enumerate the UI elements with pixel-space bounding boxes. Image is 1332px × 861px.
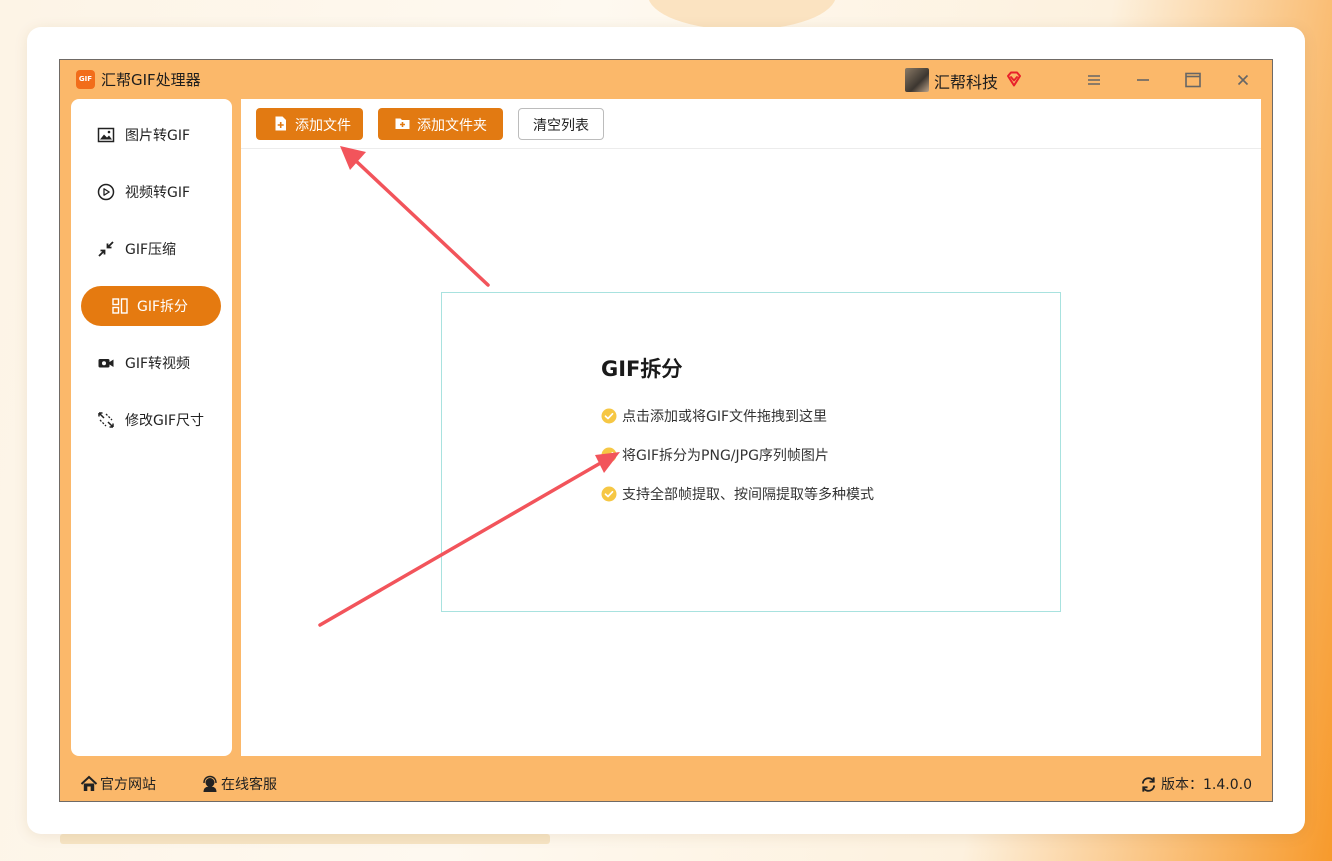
sidebar-item-label: GIF拆分 bbox=[137, 299, 189, 315]
grid-split-icon bbox=[112, 298, 128, 314]
add-file-label: 添加文件 bbox=[295, 118, 351, 134]
vip-diamond-icon[interactable] bbox=[1005, 70, 1023, 88]
drop-zone-hint-text: 将GIF拆分为PNG/JPG序列帧图片 bbox=[622, 448, 829, 464]
minimize-button[interactable] bbox=[1131, 68, 1155, 92]
add-folder-button[interactable]: 添加文件夹 bbox=[378, 108, 503, 140]
online-service-link[interactable]: 在线客服 bbox=[201, 773, 281, 795]
avatar[interactable] bbox=[905, 68, 929, 92]
clear-list-button[interactable]: 清空列表 bbox=[518, 108, 604, 140]
sidebar-item-label: 修改GIF尺寸 bbox=[125, 413, 205, 429]
sidebar-item-gif-compress[interactable]: GIF压缩 bbox=[81, 229, 221, 269]
title-bar: GIF 汇帮GIF处理器 汇帮科技 bbox=[60, 60, 1272, 100]
drop-zone-hint-text: 支持全部帧提取、按间隔提取等多种模式 bbox=[622, 487, 874, 503]
official-website-label: 官方网站 bbox=[100, 777, 156, 793]
menu-button[interactable] bbox=[1082, 68, 1106, 92]
background-shape bbox=[648, 0, 836, 30]
add-file-button[interactable]: 添加文件 bbox=[256, 108, 363, 140]
sidebar-item-image-to-gif[interactable]: 图片转GIF bbox=[81, 115, 221, 155]
company-name[interactable]: 汇帮科技 bbox=[934, 69, 998, 93]
video-camera-icon bbox=[98, 359, 114, 368]
sidebar-item-label: GIF压缩 bbox=[125, 242, 177, 258]
background-bar bbox=[60, 834, 550, 844]
play-circle-icon bbox=[97, 183, 115, 201]
maximize-icon bbox=[1185, 72, 1201, 88]
drop-zone-title: GIF拆分 bbox=[601, 357, 683, 381]
toolbar: 添加文件 添加文件夹 清空列表 bbox=[241, 99, 1261, 149]
check-circle-icon bbox=[601, 486, 617, 502]
version-info: 版本：1.4.0.0 bbox=[1140, 773, 1260, 795]
official-website-link[interactable]: 官方网站 bbox=[80, 773, 160, 795]
refresh-icon bbox=[1141, 777, 1156, 792]
sidebar-item-label: 视频转GIF bbox=[125, 185, 191, 201]
minimize-icon bbox=[1137, 79, 1149, 81]
sidebar-item-gif-to-video[interactable]: GIF转视频 bbox=[81, 343, 221, 383]
image-icon bbox=[97, 127, 115, 143]
app-logo-icon: GIF bbox=[76, 70, 95, 89]
resize-icon bbox=[98, 412, 114, 428]
home-icon bbox=[80, 775, 98, 791]
close-button[interactable] bbox=[1231, 68, 1255, 92]
sidebar: 图片转GIF 视频转GIF GIF压缩 GIF拆分 GIF转视频 修改GIF尺寸 bbox=[71, 99, 232, 756]
version-text: 版本：1.4.0.0 bbox=[1161, 777, 1252, 793]
clear-list-label: 清空列表 bbox=[533, 118, 589, 134]
check-circle-icon bbox=[601, 447, 617, 463]
compress-arrows-icon bbox=[98, 241, 114, 257]
app-title: 汇帮GIF处理器 bbox=[101, 71, 201, 89]
headset-icon bbox=[203, 775, 217, 792]
sidebar-item-resize-gif[interactable]: 修改GIF尺寸 bbox=[81, 400, 221, 440]
file-drop-zone[interactable]: GIF拆分 点击添加或将GIF文件拖拽到这里 将GIF拆分为PNG/JPG序列帧… bbox=[441, 292, 1061, 612]
add-folder-label: 添加文件夹 bbox=[417, 118, 487, 134]
check-circle-icon bbox=[601, 408, 617, 424]
sidebar-item-video-to-gif[interactable]: 视频转GIF bbox=[81, 172, 221, 212]
maximize-button[interactable] bbox=[1181, 68, 1205, 92]
app-window: GIF 汇帮GIF处理器 汇帮科技 图片转GIF 视频转GIF GIF压缩 GI… bbox=[59, 59, 1273, 802]
drop-zone-hint-text: 点击添加或将GIF文件拖拽到这里 bbox=[622, 409, 828, 425]
sidebar-item-label: 图片转GIF bbox=[125, 128, 191, 144]
online-service-label: 在线客服 bbox=[221, 777, 277, 793]
add-folder-icon bbox=[395, 118, 410, 129]
close-icon bbox=[1237, 74, 1249, 86]
hamburger-icon bbox=[1088, 75, 1100, 85]
sidebar-item-label: GIF转视频 bbox=[125, 356, 191, 372]
sidebar-item-gif-split[interactable]: GIF拆分 bbox=[81, 286, 221, 326]
add-file-icon bbox=[275, 116, 286, 131]
main-panel: 添加文件 添加文件夹 清空列表 GIF拆分 点击添加或将GIF文件拖拽到这里 将… bbox=[241, 99, 1261, 756]
